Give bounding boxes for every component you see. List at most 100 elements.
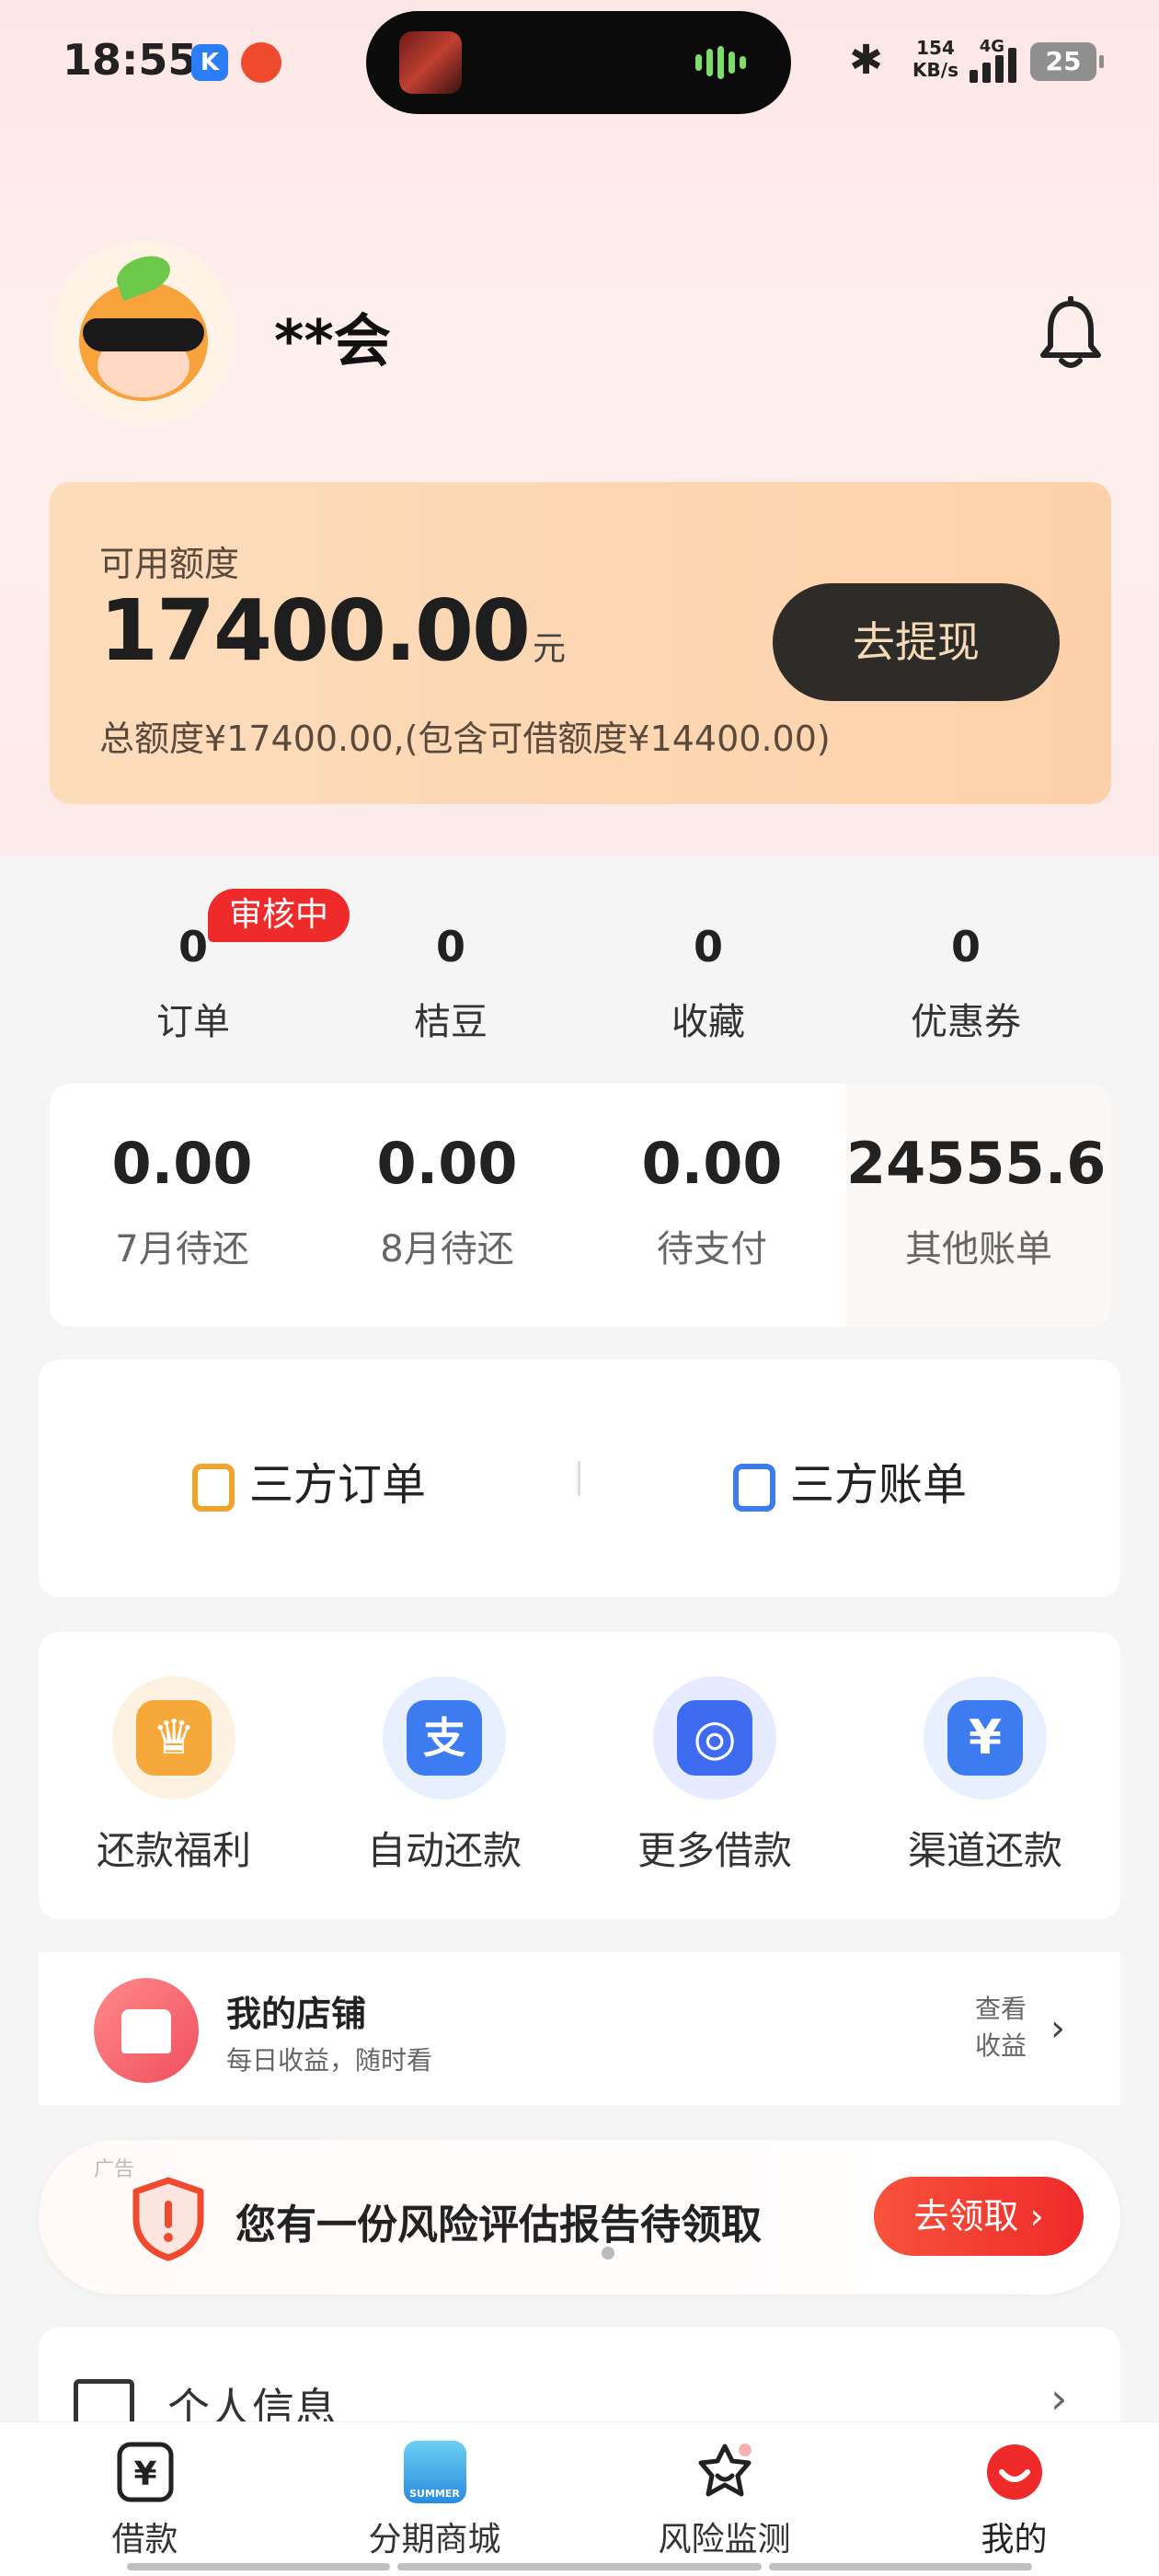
bill-pending-payment[interactable]: 0.00 待支付 [580, 1084, 844, 1327]
stat-value: 0 [435, 922, 465, 972]
bill-label: 8月待还 [380, 1228, 514, 1271]
service-label: 自动还款 [366, 1828, 522, 1873]
ad-tag: 广告 [94, 2158, 135, 2181]
chevron-right-icon: › [1050, 2007, 1065, 2050]
stats-row: 0 订单 0 桔豆 0 收藏 0 优惠券 [0, 883, 1159, 1058]
stat-label: 优惠券 [911, 1001, 1021, 1043]
gesture-bar [397, 2563, 762, 2570]
bill-july[interactable]: 0.00 7月待还 [50, 1084, 315, 1327]
view-earnings-link[interactable]: 查看 收益 [975, 1991, 1039, 2064]
service-label: 更多借款 [637, 1828, 792, 1873]
shop-icon [94, 1978, 199, 2083]
service-repay-benefits[interactable]: ♛ 还款福利 [39, 1676, 309, 1876]
stat-value: 0 [693, 922, 723, 972]
bill-doc-icon [732, 1464, 775, 1512]
loan-icon: ¥ [114, 2441, 177, 2503]
battery-icon: 25 [1030, 42, 1104, 81]
nav-label: 借款 [111, 2521, 178, 2559]
crown-icon: ♛ [136, 1700, 212, 1776]
service-label: 还款福利 [96, 1828, 251, 1873]
bill-label: 7月待还 [115, 1228, 249, 1271]
nav-risk-monitor[interactable]: 风险监测 [580, 2422, 869, 2576]
profile-icon-svg [986, 2444, 1042, 2500]
bill-value: 0.00 [641, 1130, 783, 1197]
my-shop-row[interactable]: 我的店铺 每日收益，随时看 查看 收益 › [39, 1952, 1120, 2105]
nav-mine[interactable]: 我的 [869, 2422, 1159, 2576]
media-thumbnail [399, 31, 462, 94]
mall-icon: SUMMER [403, 2441, 466, 2503]
app-notification-icon-2 [241, 42, 281, 83]
carousel-indicator [602, 2247, 614, 2260]
bill-august[interactable]: 0.00 8月待还 [315, 1084, 580, 1327]
bill-label: 待支付 [657, 1228, 767, 1271]
service-channel-repay[interactable]: ¥ 渠道还款 [850, 1676, 1120, 1876]
id-card-icon [74, 2379, 134, 2427]
order-doc-icon [191, 1464, 235, 1512]
search-icon: ◎ [677, 1700, 752, 1776]
bill-value: 0.00 [111, 1130, 253, 1197]
risk-report-banner[interactable]: 广告 您有一份风险评估报告待领取 去领取 › [39, 2140, 1120, 2294]
username: **会 [274, 307, 391, 374]
bills-card: 0.00 7月待还 0.00 8月待还 0.00 待支付 24555.61 其他… [50, 1084, 1111, 1327]
net-speed-unit: KB/s [912, 59, 958, 81]
third-party-card: 三方订单 三方账单 [39, 1360, 1120, 1597]
yen-icon: ¥ [947, 1700, 1023, 1776]
avatar-head [79, 282, 208, 401]
bill-other[interactable]: 24555.61 其他账单 [846, 1084, 1111, 1327]
credit-amount: 17400.00 元 [99, 581, 566, 680]
service-label: 渠道还款 [907, 1828, 1062, 1873]
nav-label: 我的 [981, 2521, 1048, 2559]
service-icon-bg: ♛ [112, 1676, 235, 1800]
avatar[interactable] [52, 241, 235, 425]
withdraw-button[interactable]: 去提现 [773, 583, 1060, 701]
credit-label: 可用额度 [99, 544, 240, 584]
risk-monitor-icon [694, 2441, 756, 2503]
third-party-bills[interactable]: 三方账单 [580, 1360, 1120, 1597]
dynamic-island[interactable] [366, 11, 791, 114]
stat-value: 0 [950, 922, 981, 972]
service-more-loans[interactable]: ◎ 更多借款 [580, 1676, 850, 1876]
audio-wave-icon [695, 46, 760, 79]
net-speed: 154 KB/s [912, 37, 958, 81]
ad-text: 您有一份风险评估报告待领取 [235, 2202, 762, 2248]
loan-icon-svg: ¥ [117, 2442, 173, 2502]
service-icon-bg: ◎ [653, 1676, 776, 1800]
stat-beans[interactable]: 0 桔豆 [322, 883, 580, 1045]
svg-text:¥: ¥ [133, 2455, 156, 2493]
credit-unit: 元 [533, 630, 567, 668]
service-auto-repay[interactable]: 支 自动还款 [309, 1676, 580, 1876]
signal-icon [970, 40, 1030, 83]
gesture-bar [127, 2563, 390, 2570]
bell-icon[interactable] [1038, 296, 1104, 370]
service-icon-bg: 支 [383, 1676, 506, 1800]
bill-value: 0.00 [376, 1130, 518, 1197]
credit-amount-value: 17400.00 [99, 581, 531, 680]
alipay-icon: 支 [407, 1700, 482, 1776]
status-time: 18:55 [63, 35, 198, 85]
third-party-orders-label: 三方订单 [248, 1459, 426, 1511]
net-speed-value: 154 [916, 37, 955, 59]
nav-mall[interactable]: SUMMER 分期商城 [290, 2422, 580, 2576]
stat-coupons[interactable]: 0 优惠券 [837, 883, 1095, 1045]
app-notification-icon: K [191, 44, 228, 81]
risk-monitor-icon-svg [698, 2444, 752, 2497]
third-party-orders[interactable]: 三方订单 [39, 1360, 580, 1597]
bill-value: 24555.61 [846, 1130, 1111, 1197]
mall-icon-text: SUMMER [409, 2488, 460, 2500]
nav-loan[interactable]: ¥ 借款 [0, 2422, 290, 2576]
shop-title: 我的店铺 [226, 1994, 367, 2034]
avatar-glasses [83, 318, 204, 351]
shield-icon [132, 2177, 204, 2261]
stat-label: 收藏 [671, 1001, 745, 1043]
status-bar: 18:55 K ✱ 154 KB/s 4G 25 [0, 0, 1159, 129]
shop-subtitle: 每日收益，随时看 [226, 2045, 433, 2076]
credit-total: 总额度¥17400.00,(包含可借额度¥14400.00) [99, 719, 831, 759]
profile-icon [983, 2441, 1046, 2503]
nav-label: 分期商城 [368, 2521, 501, 2559]
nav-label: 风险监测 [658, 2521, 791, 2559]
view-earnings-line-1: 查看 [975, 1994, 1027, 2024]
third-party-bills-label: 三方账单 [789, 1459, 967, 1511]
stat-favorites[interactable]: 0 收藏 [580, 883, 837, 1045]
third-party-orders-inner: 三方订单 [39, 1448, 580, 1512]
claim-report-button[interactable]: 去领取 › [874, 2177, 1084, 2256]
